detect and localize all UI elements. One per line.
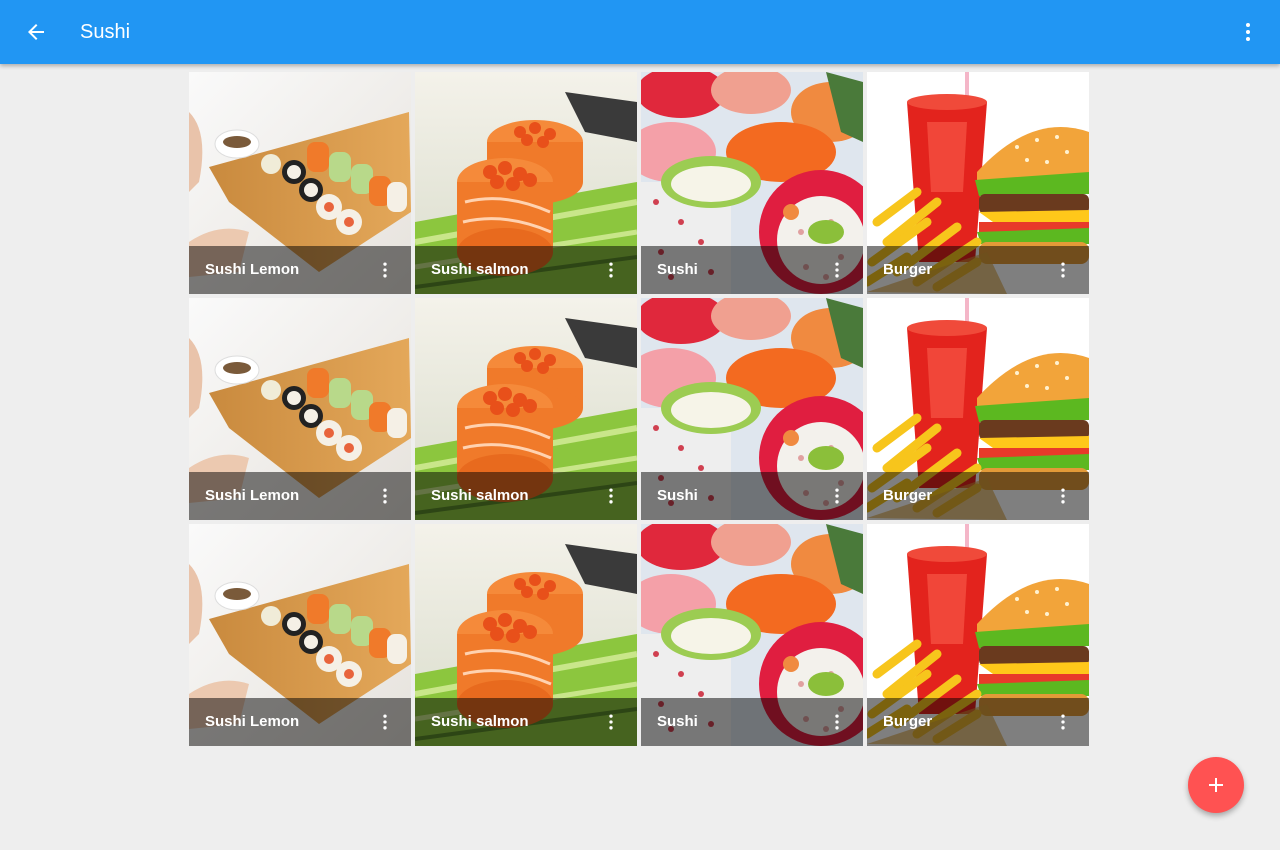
tile-menu-button[interactable] <box>365 476 405 516</box>
tile-title: Sushi salmon <box>431 261 529 278</box>
tile-title: Sushi <box>657 713 698 730</box>
tile-title: Burger <box>883 487 933 504</box>
tile-caption-bar: Sushi Lemon <box>189 698 411 746</box>
tile-menu-button[interactable] <box>591 702 631 742</box>
grid-tile-sushi-salmon[interactable]: Sushi salmon <box>415 524 637 746</box>
grid-tile-sushi-lemon[interactable]: Sushi Lemon <box>189 72 411 294</box>
tile-caption-bar: Sushi <box>641 246 863 294</box>
tile-caption-bar: Sushi <box>641 698 863 746</box>
more-vert-icon <box>383 488 387 504</box>
overflow-menu-button[interactable] <box>1228 12 1268 52</box>
add-icon <box>1209 778 1223 792</box>
more-vert-icon <box>609 714 613 730</box>
more-vert-icon <box>609 262 613 278</box>
grid-tile-sushi-lemon[interactable]: Sushi Lemon <box>189 524 411 746</box>
tile-title: Burger <box>883 713 933 730</box>
more-vert-icon <box>1246 23 1250 41</box>
tile-caption-bar: Sushi Lemon <box>189 246 411 294</box>
grid-tile-burger[interactable]: Burger <box>867 298 1089 520</box>
more-vert-icon <box>1061 714 1065 730</box>
tile-menu-button[interactable] <box>1043 702 1083 742</box>
tile-caption-bar: Sushi salmon <box>415 472 637 520</box>
tile-caption-bar: Sushi Lemon <box>189 472 411 520</box>
tile-menu-button[interactable] <box>591 250 631 290</box>
back-button[interactable] <box>16 12 56 52</box>
more-vert-icon <box>835 714 839 730</box>
tile-menu-button[interactable] <box>817 250 857 290</box>
tile-title: Burger <box>883 261 933 278</box>
arrow-back-icon <box>28 24 44 40</box>
tile-title: Sushi Lemon <box>205 713 300 730</box>
grid-tile-sushi[interactable]: Sushi <box>641 72 863 294</box>
more-vert-icon <box>1061 262 1065 278</box>
app-bar: Sushi <box>0 0 1280 64</box>
more-vert-icon <box>835 262 839 278</box>
tile-menu-button[interactable] <box>817 476 857 516</box>
tile-menu-button[interactable] <box>1043 250 1083 290</box>
tile-title: Sushi salmon <box>431 713 529 730</box>
tile-caption-bar: Sushi <box>641 472 863 520</box>
tile-menu-button[interactable] <box>591 476 631 516</box>
grid-tile-sushi[interactable]: Sushi <box>641 524 863 746</box>
grid-tile-sushi-lemon[interactable]: Sushi Lemon <box>189 298 411 520</box>
grid-tile-sushi-salmon[interactable]: Sushi salmon <box>415 72 637 294</box>
tile-caption-bar: Burger <box>867 472 1089 520</box>
tile-menu-button[interactable] <box>365 702 405 742</box>
more-vert-icon <box>383 262 387 278</box>
tile-caption-bar: Sushi salmon <box>415 246 637 294</box>
tile-caption-bar: Burger <box>867 246 1089 294</box>
tile-caption-bar: Sushi salmon <box>415 698 637 746</box>
more-vert-icon <box>383 714 387 730</box>
tile-menu-button[interactable] <box>1043 476 1083 516</box>
tile-title: Sushi salmon <box>431 487 529 504</box>
tile-title: Sushi Lemon <box>205 261 300 278</box>
tile-menu-button[interactable] <box>365 250 405 290</box>
more-vert-icon <box>1061 488 1065 504</box>
grid-tile-burger[interactable]: Burger <box>867 72 1089 294</box>
tile-title: Sushi Lemon <box>205 487 300 504</box>
grid-tile-sushi[interactable]: Sushi <box>641 298 863 520</box>
page-title: Sushi <box>80 21 131 43</box>
tile-title: Sushi <box>657 487 698 504</box>
tile-title: Sushi <box>657 261 698 278</box>
add-fab-button[interactable] <box>1188 757 1244 813</box>
tile-menu-button[interactable] <box>817 702 857 742</box>
more-vert-icon <box>609 488 613 504</box>
grid-tile-burger[interactable]: Burger <box>867 524 1089 746</box>
more-vert-icon <box>835 488 839 504</box>
image-grid: Sushi Lemon Sushi salmon Sushi Burger Su… <box>189 72 1089 746</box>
tile-caption-bar: Burger <box>867 698 1089 746</box>
grid-tile-sushi-salmon[interactable]: Sushi salmon <box>415 298 637 520</box>
